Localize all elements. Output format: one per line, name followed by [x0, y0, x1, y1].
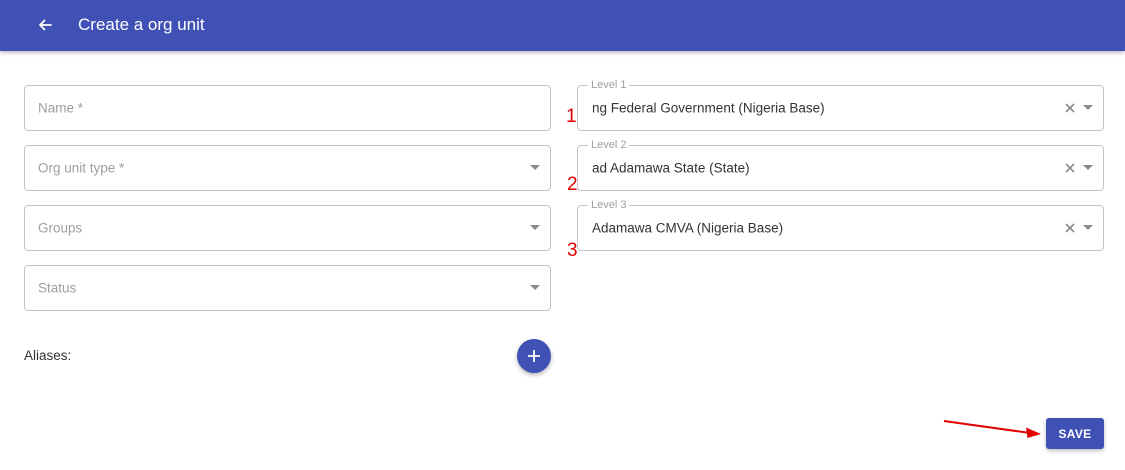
annotation-marker-3: 3 — [567, 240, 578, 261]
chevron-down-icon[interactable] — [529, 222, 541, 234]
chevron-down-icon[interactable] — [1082, 102, 1094, 114]
level-1-label: Level 1 — [588, 77, 630, 93]
annotation-marker-1: 1 — [566, 106, 577, 127]
annotation-arrow-icon — [943, 420, 1041, 438]
level-3-label: Level 3 — [588, 197, 630, 213]
page-title: Create a org unit — [78, 15, 205, 34]
chevron-down-icon[interactable] — [529, 162, 541, 174]
level-3-value: Adamawa CMVA (Nigeria Base) — [592, 220, 784, 236]
groups-placeholder: Groups — [38, 220, 83, 236]
status-placeholder: Status — [38, 280, 77, 296]
org-unit-type-select[interactable]: Org unit type * — [24, 145, 551, 191]
chevron-down-icon[interactable] — [1082, 222, 1094, 234]
back-button[interactable] — [30, 10, 60, 40]
level-1-select[interactable]: Level 1 ng Federal Government (Nigeria B… — [577, 77, 1104, 131]
close-icon[interactable] — [1063, 161, 1077, 175]
add-alias-button[interactable] — [517, 339, 551, 373]
close-icon[interactable] — [1063, 221, 1077, 235]
annotation-marker-2: 2 — [567, 174, 578, 195]
org-unit-type-placeholder: Org unit type * — [38, 160, 125, 176]
app-bar: Create a org unit — [0, 0, 1125, 51]
groups-select[interactable]: Groups — [24, 205, 551, 251]
level-1-value: ng Federal Government (Nigeria Base) — [592, 100, 825, 116]
plus-icon — [528, 350, 540, 362]
name-placeholder: Name * — [38, 100, 84, 116]
level-2-select[interactable]: Level 2 ad Adamawa State (State) — [577, 137, 1104, 191]
level-2-value: ad Adamawa State (State) — [592, 160, 750, 176]
chevron-down-icon[interactable] — [1082, 162, 1094, 174]
aliases-label: Aliases: — [24, 348, 72, 363]
save-button[interactable]: SAVE — [1046, 418, 1104, 449]
chevron-down-icon[interactable] — [529, 282, 541, 294]
arrow-left-icon — [39, 19, 52, 31]
level-2-label: Level 2 — [588, 137, 630, 153]
level-3-select[interactable]: Level 3 Adamawa CMVA (Nigeria Base) — [577, 197, 1104, 251]
name-field[interactable]: Name * — [24, 85, 551, 131]
close-icon[interactable] — [1063, 101, 1077, 115]
status-select[interactable]: Status — [24, 265, 551, 311]
